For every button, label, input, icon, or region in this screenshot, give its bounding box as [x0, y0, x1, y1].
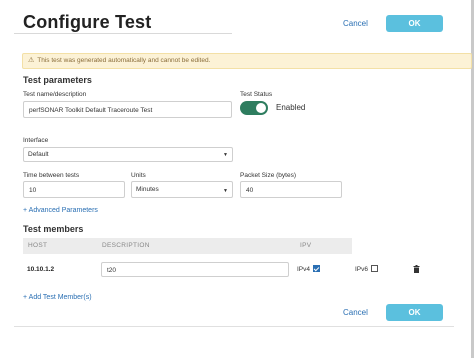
test-name-label: Test name/description [23, 91, 87, 98]
footer-divider [14, 326, 454, 327]
ipv6-label: IPv6 [355, 266, 369, 273]
chevron-down-icon: ▼ [223, 188, 228, 194]
column-header-host: HOST [23, 238, 96, 254]
add-test-member-link[interactable]: + Add Test Member(s) [23, 294, 92, 301]
packet-size-input[interactable]: 40 [240, 181, 342, 198]
time-between-label: Time between tests [23, 172, 80, 179]
readonly-warning: ⚠ This test was generated automatically a… [22, 53, 472, 69]
cancel-button-top[interactable]: Cancel [343, 19, 368, 28]
member-description-input[interactable]: t20 [101, 262, 289, 277]
warning-text: This test was generated automatically an… [37, 57, 211, 64]
ipv6-checkbox[interactable] [371, 265, 378, 272]
interface-value: Default [28, 151, 49, 158]
ipv4-label: IPv4 [297, 266, 311, 273]
column-header-description: DESCRIPTION [96, 238, 291, 254]
advanced-parameters-link[interactable]: + Advanced Parameters [23, 207, 98, 214]
toggle-knob [256, 103, 266, 113]
ok-button-bottom[interactable]: OK [386, 304, 443, 321]
title-divider [14, 33, 232, 34]
dialog-title: Configure Test [23, 12, 152, 32]
interface-select[interactable]: Default ▼ [23, 147, 233, 162]
ok-button-top[interactable]: OK [386, 15, 443, 32]
trash-icon[interactable] [413, 265, 420, 273]
ipv4-checkbox[interactable] [313, 265, 320, 272]
time-between-input[interactable]: 10 [23, 181, 125, 198]
test-members-heading: Test members [23, 224, 84, 234]
column-header-ipv: IPV [291, 238, 352, 254]
warning-triangle-icon: ⚠ [28, 57, 35, 64]
units-select[interactable]: Minutes ▼ [131, 181, 233, 198]
units-value: Minutes [136, 186, 159, 193]
units-label: Units [131, 172, 146, 179]
test-parameters-heading: Test parameters [23, 75, 92, 85]
interface-label: Interface [23, 137, 49, 144]
configure-test-dialog: Configure Test Cancel OK ⚠ This test was … [0, 0, 474, 358]
test-status-value: Enabled [276, 103, 306, 112]
test-name-input[interactable]: perfSONAR Toolkit Default Traceroute Tes… [23, 101, 232, 118]
member-host: 10.10.1.2 [27, 266, 55, 273]
packet-size-label: Packet Size (bytes) [240, 172, 296, 179]
test-status-toggle[interactable] [240, 101, 268, 115]
test-status-label: Test Status [240, 91, 273, 98]
chevron-down-icon: ▼ [223, 152, 228, 158]
cancel-button-bottom[interactable]: Cancel [343, 308, 368, 317]
